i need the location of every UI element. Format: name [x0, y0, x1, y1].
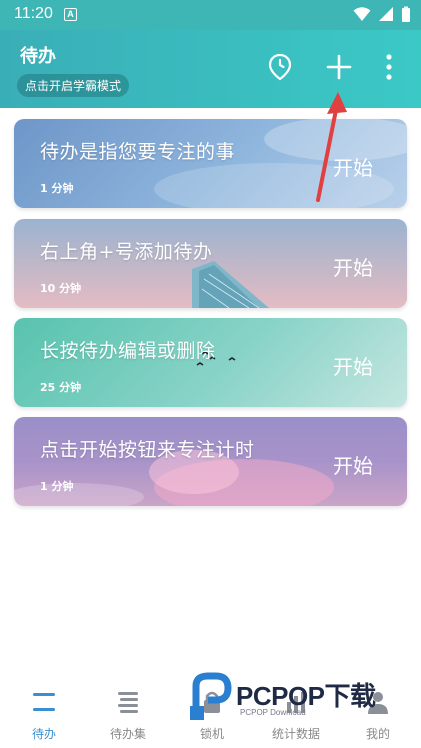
- todo-duration: 25 分钟: [40, 381, 82, 394]
- annotation-arrow: [316, 92, 347, 202]
- signal-icon: [379, 7, 393, 21]
- tab-label: 统计数据: [271, 727, 320, 741]
- page-title: 待办: [20, 46, 56, 67]
- study-mode-button[interactable]: 点击开启学霸模式: [17, 74, 130, 97]
- todo-duration: 1 分钟: [40, 480, 74, 493]
- tab-label: 锁机: [199, 727, 224, 741]
- location-clock-icon[interactable]: [265, 52, 295, 82]
- start-button[interactable]: 开始: [333, 252, 373, 281]
- wifi-icon: [353, 7, 371, 21]
- start-button[interactable]: 开始: [333, 450, 373, 479]
- todo-card[interactable]: 点击开始按钮来专注计时 1 分钟 开始: [14, 417, 407, 506]
- tab-label: 待办: [31, 727, 56, 741]
- battery-icon: [402, 6, 410, 22]
- todo-collection-icon: [118, 692, 138, 713]
- watermark-subtitle: PCPOP Download: [240, 708, 306, 717]
- todo-list-icon: [33, 693, 55, 711]
- status-time: 11:20: [14, 5, 53, 22]
- todo-title: 右上角+号添加待办: [40, 241, 213, 263]
- tab-label: 我的: [365, 727, 390, 741]
- todo-title: 长按待办编辑或删除: [40, 340, 216, 362]
- todo-duration: 10 分钟: [40, 282, 82, 295]
- watermark-logo-icon: [190, 672, 232, 720]
- todo-card[interactable]: 右上角+号添加待办 10 分钟 开始: [14, 219, 407, 308]
- status-bar: 11:20 A: [0, 0, 421, 30]
- todo-title: 待办是指您要专注的事: [40, 141, 236, 163]
- tab-todo-collection[interactable]: 待办集: [86, 672, 170, 748]
- more-menu-icon[interactable]: [376, 52, 402, 82]
- start-button[interactable]: 开始: [333, 351, 373, 380]
- tab-todo[interactable]: 待办: [2, 672, 86, 748]
- todo-card[interactable]: 长按待办编辑或删除 25 分钟 开始: [14, 318, 407, 407]
- watermark: PCPOP下载 PCPOP Download: [188, 670, 408, 722]
- add-icon[interactable]: [324, 52, 354, 82]
- tab-label: 待办集: [109, 727, 146, 741]
- todo-title: 点击开始按钮来专注计时: [40, 439, 255, 461]
- todo-duration: 1 分钟: [40, 182, 74, 195]
- notification-badge: A: [64, 8, 77, 21]
- status-icons: [353, 6, 411, 23]
